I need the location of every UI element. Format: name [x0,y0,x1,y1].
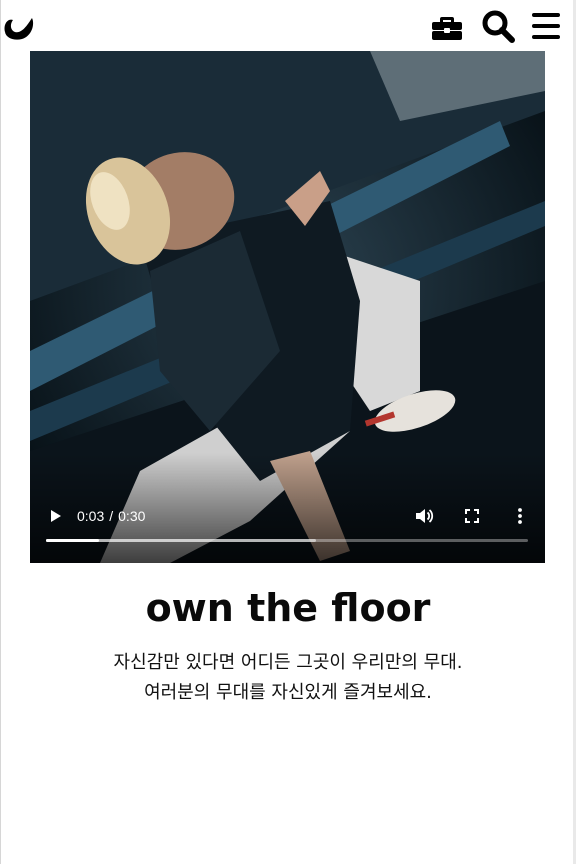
progress-played [46,539,99,542]
left-page-edge [0,0,1,864]
page: 0:03/0:30 own the floor 자신감만 있다면 어디든 그곳이… [0,0,576,864]
description: 자신감만 있다면 어디든 그곳이 우리만의 무대. 여러분의 무대를 자신있게 … [0,648,576,708]
fullscreen-icon[interactable] [461,505,483,527]
menu-icon[interactable] [530,9,564,43]
briefcase-icon[interactable] [430,9,464,43]
description-line-1: 자신감만 있다면 어디든 그곳이 우리만의 무대. [113,652,463,673]
time-separator: / [109,508,114,524]
time-display: 0:03/0:30 [77,507,145,525]
site-header [0,0,576,50]
more-icon[interactable] [509,505,531,527]
current-time: 0:03 [77,508,105,524]
progress-bar[interactable] [46,539,528,542]
brand-logo-icon[interactable] [2,10,36,42]
video-player[interactable]: 0:03/0:30 [30,51,545,563]
page-title: own the floor [145,586,431,630]
duration: 0:30 [118,508,146,524]
search-icon[interactable] [481,9,515,43]
play-icon[interactable] [45,506,65,526]
description-line-2: 여러분의 무대를 자신있게 즐겨보세요. [144,682,432,703]
volume-icon[interactable] [413,505,435,527]
